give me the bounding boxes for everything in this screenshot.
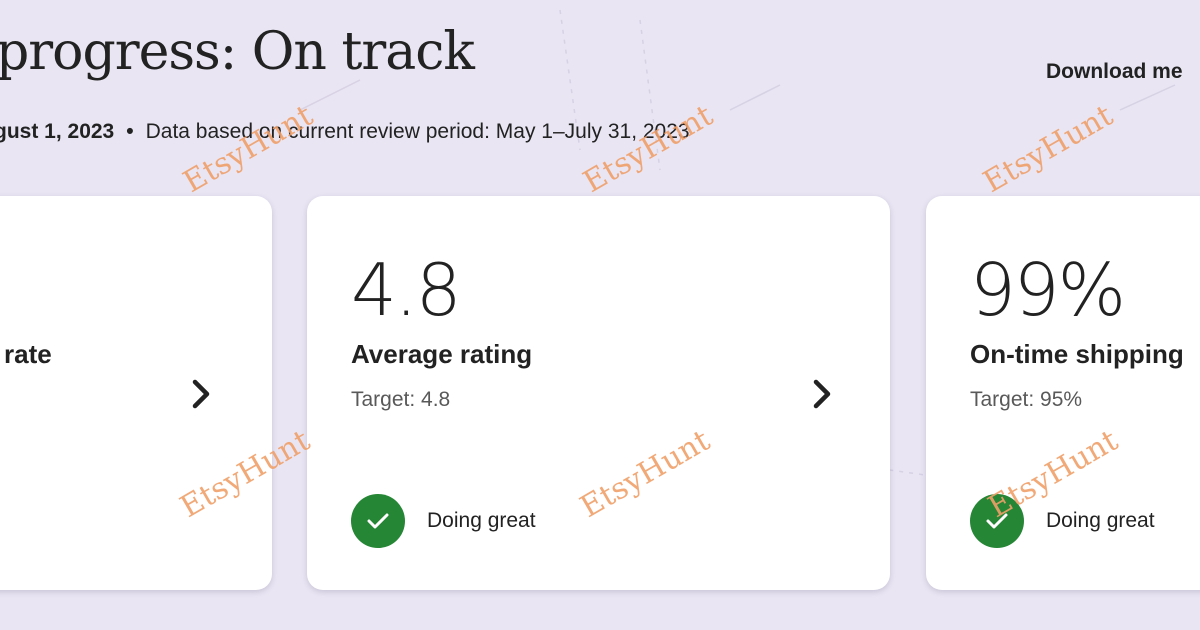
chevron-right-icon[interactable]	[186, 374, 216, 414]
metric-label: rate	[4, 339, 52, 369]
status-indicator: Doing great	[351, 494, 536, 548]
metric-card-on-time-shipping[interactable]: 99% On-time shipping Target: 95% Doing g…	[926, 196, 1200, 590]
check-circle-icon	[970, 494, 1024, 548]
metric-value: 99%	[970, 248, 1126, 332]
review-period-text: Data based on current review period: May…	[145, 120, 690, 143]
watermark-text: EtsyHunt	[177, 98, 319, 200]
metric-target: Target: 4.8	[351, 388, 451, 411]
chevron-right-icon[interactable]	[807, 374, 837, 414]
watermark-text: EtsyHunt	[577, 98, 719, 200]
separator-dot: •	[126, 120, 134, 143]
metric-label: Average rating	[351, 339, 533, 369]
metric-card-rate[interactable]: rate	[0, 196, 272, 590]
download-link[interactable]: Download me	[1046, 60, 1183, 84]
metric-card-average-rating[interactable]: 4.8 Average rating Target: 4.8 Doing gre…	[307, 196, 890, 590]
metric-value: 4.8	[351, 248, 462, 332]
updated-date: gust 1, 2023	[0, 120, 115, 143]
metric-target: Target: 95%	[970, 388, 1083, 411]
status-text: Doing great	[427, 509, 536, 532]
watermark-text: EtsyHunt	[977, 98, 1119, 200]
status-text: Doing great	[1046, 509, 1155, 532]
review-period-row: gust 1, 2023 • Data based on current revie…	[0, 120, 690, 144]
check-circle-icon	[351, 494, 405, 548]
metric-label: On-time shipping	[970, 339, 1184, 369]
status-indicator: Doing great	[970, 494, 1155, 548]
page-title: progress: On track	[0, 22, 475, 82]
